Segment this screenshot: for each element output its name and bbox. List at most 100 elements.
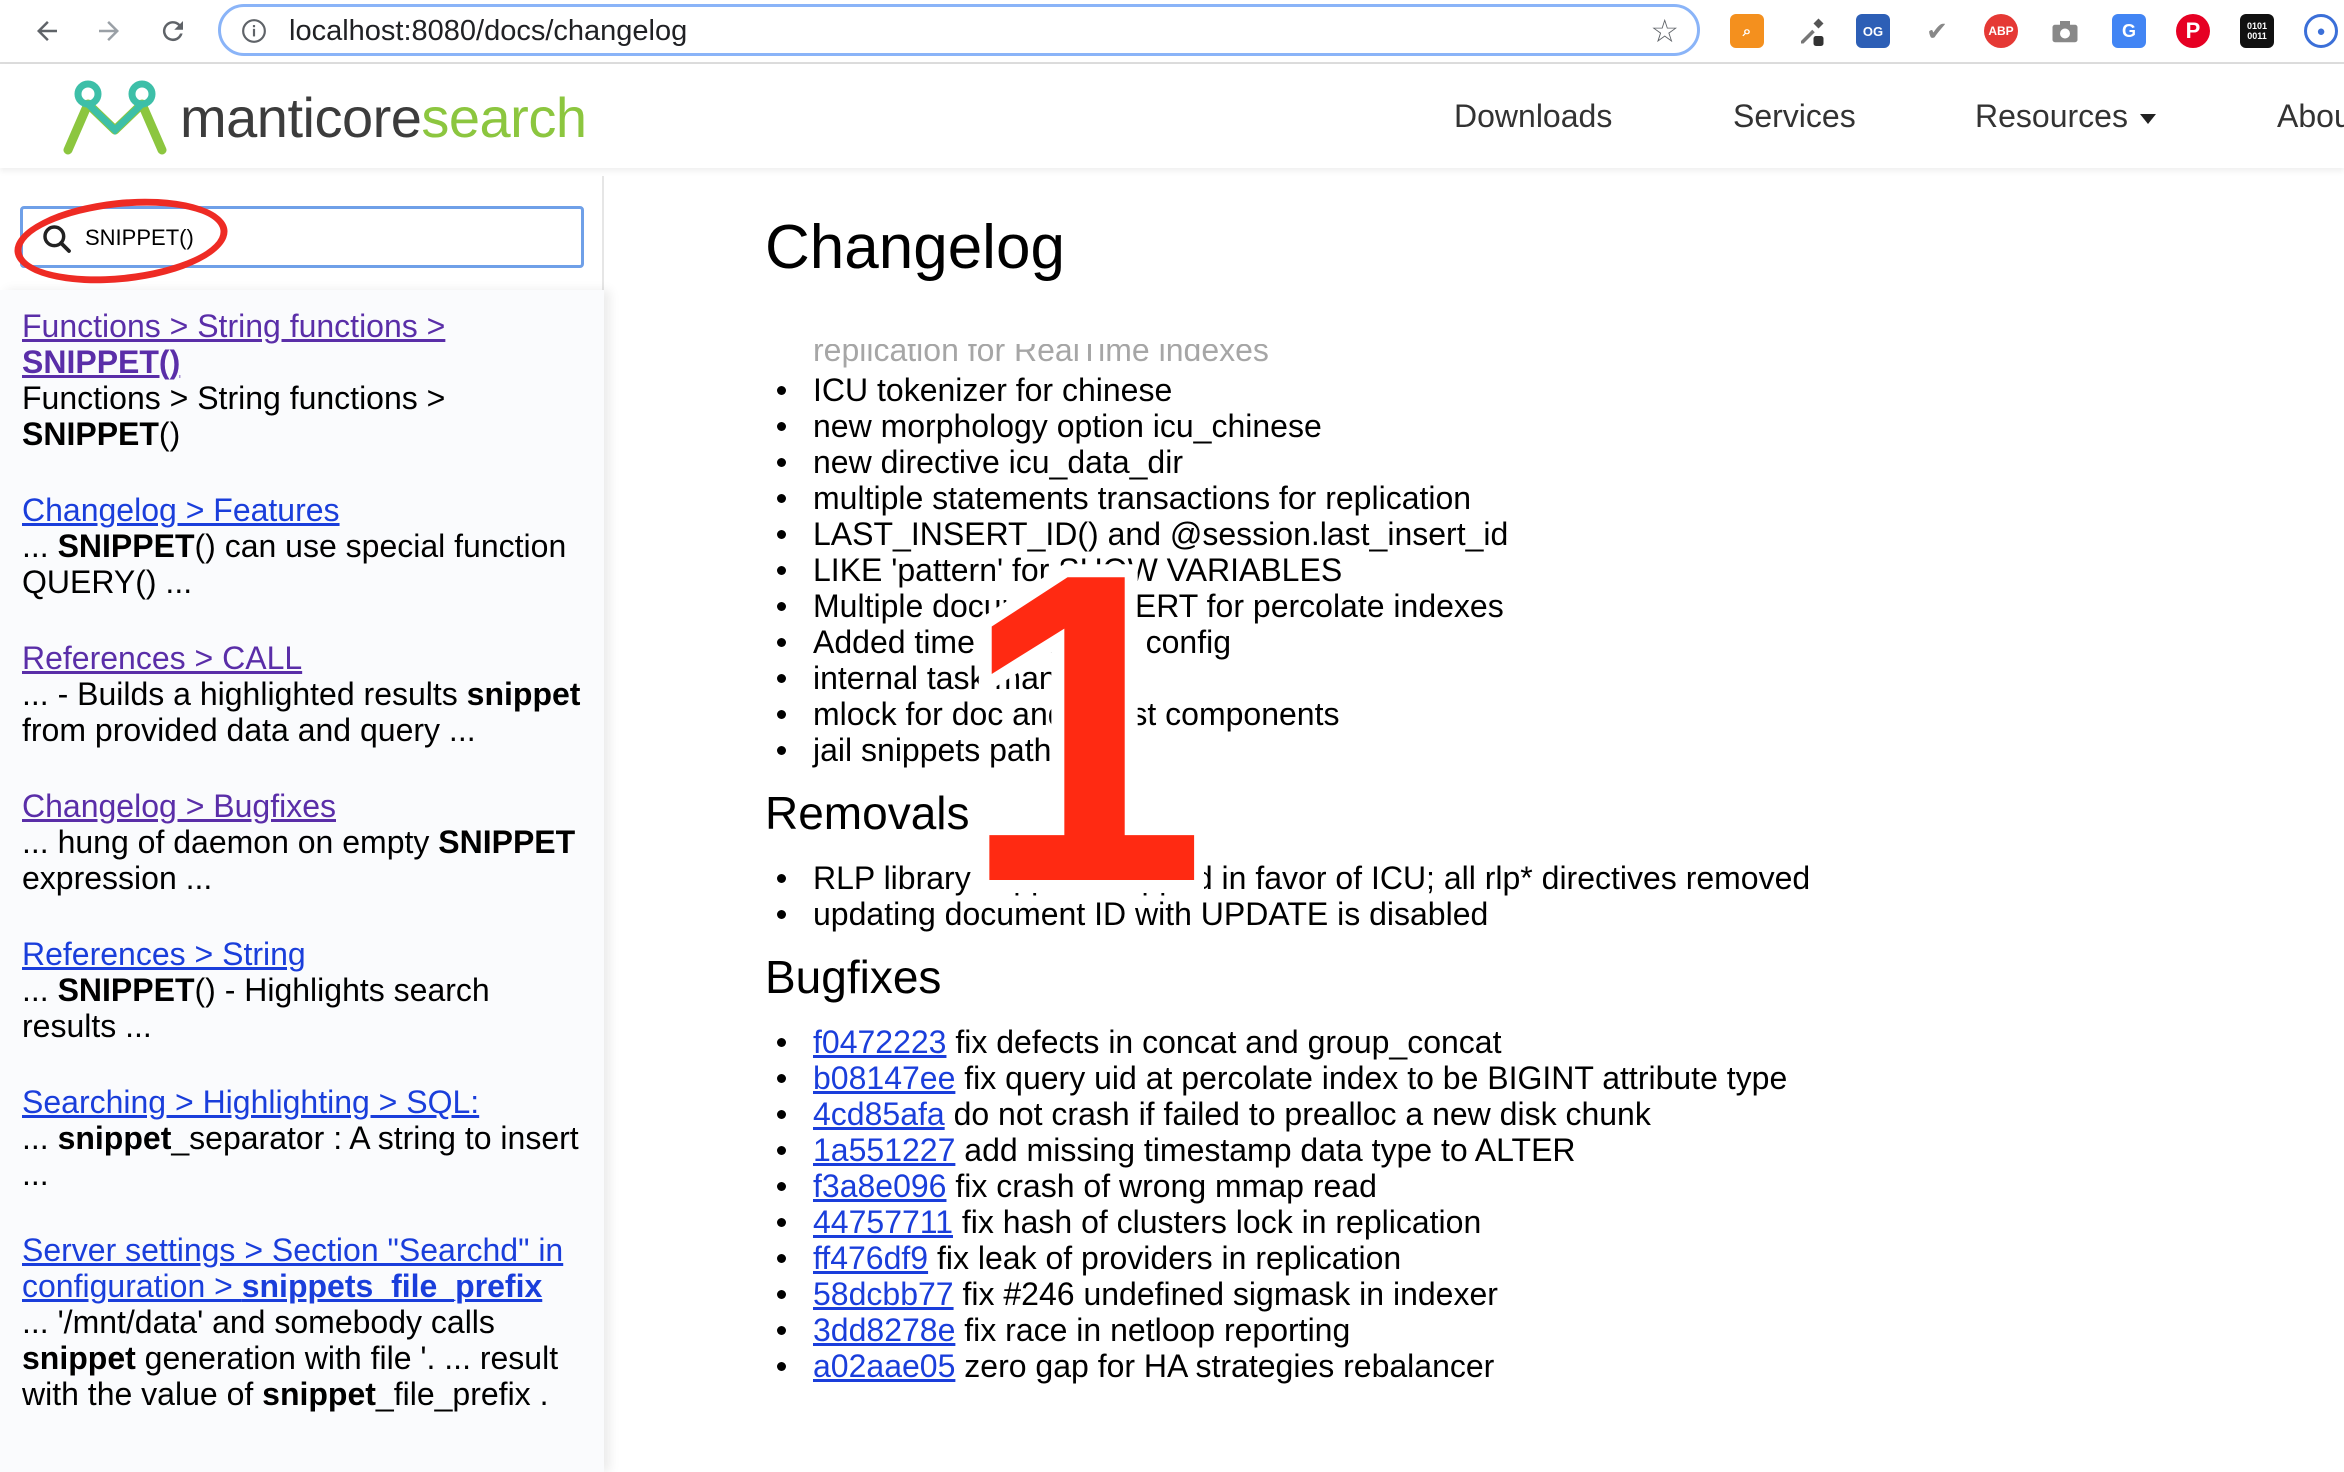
bugfix-item: 58dcbb77 fix #246 undefined sigmask in i… [765, 1276, 2325, 1312]
check-icon[interactable]: ✔ [1920, 14, 1954, 48]
removals-list: RLP library support dropped in favor of … [765, 860, 2325, 932]
result-snippet: ... SNIPPET() - Highlights search result… [22, 972, 490, 1044]
bugfix-item: 4cd85afa do not crash if failed to preal… [765, 1096, 2325, 1132]
reload-icon [162, 21, 183, 42]
reload-button[interactable] [150, 8, 196, 54]
feature-item: multiple statements transactions for rep… [765, 480, 2325, 516]
bookmark-star-icon[interactable]: ☆ [1650, 15, 1679, 47]
site-logo[interactable]: manticoresearch [60, 78, 587, 156]
commit-hash-link[interactable]: b08147ee [813, 1060, 955, 1096]
result-link[interactable]: Changelog > Bugfixes [22, 788, 336, 824]
result-link[interactable]: Server settings > Section "Searchd" in c… [22, 1232, 563, 1304]
search-result[interactable]: Changelog > Features ... SNIPPET() can u… [22, 492, 582, 600]
result-snippet: ... - Builds a highlighted results snipp… [22, 676, 581, 748]
commit-hash-link[interactable]: 1a551227 [813, 1132, 955, 1168]
search-ext-icon[interactable]: ⌕ [1730, 14, 1764, 48]
pinterest-icon[interactable]: P [2176, 14, 2210, 48]
feature-item: mlock for doc and hit list components [765, 696, 2325, 732]
info-icon[interactable] [241, 18, 267, 44]
camera-icon[interactable] [2048, 14, 2082, 48]
docs-search-box[interactable] [20, 206, 584, 268]
forward-button[interactable] [86, 8, 132, 54]
result-link[interactable]: Functions > String functions > SNIPPET() [22, 308, 445, 380]
feature-item: new morphology option icu_chinese [765, 408, 2325, 444]
nav-about[interactable]: Abou [2277, 98, 2344, 135]
result-link[interactable]: References > String [22, 936, 306, 972]
result-snippet: ... snippet_separator : A string to inse… [22, 1120, 579, 1192]
feature-item: LIKE 'pattern' for SHOW VARIABLES [765, 552, 2325, 588]
bugfix-item: f3a8e096 fix crash of wrong mmap read [765, 1168, 2325, 1204]
result-snippet: Functions > String functions > SNIPPET() [22, 380, 446, 452]
bugfix-item: 3dd8278e fix race in netloop reporting [765, 1312, 2325, 1348]
forward-arrow-icon [99, 21, 119, 41]
commit-hash-link[interactable]: f3a8e096 [813, 1168, 946, 1204]
profile-icon[interactable]: ● [2304, 14, 2338, 48]
nav-services[interactable]: Services [1733, 98, 1856, 135]
search-result[interactable]: References > CALL ... - Builds a highlig… [22, 640, 582, 748]
features-list: ICU tokenizer for chinese new morphology … [765, 372, 2325, 768]
commit-hash-link[interactable]: 44757711 [813, 1204, 953, 1240]
eyedropper-icon[interactable] [1794, 14, 1828, 48]
search-result[interactable]: Functions > String functions > SNIPPET()… [22, 308, 582, 452]
site-header: manticoresearch Downloads Services Resou… [0, 64, 2344, 168]
feature-item: Added time parsers for config [765, 624, 2325, 660]
bugfix-text: zero gap for HA strategies rebalancer [955, 1348, 1495, 1384]
binary-icon[interactable]: 0101 0011 [2240, 14, 2274, 48]
feature-item: LAST_INSERT_ID() and @session.last_inser… [765, 516, 2325, 552]
commit-hash-link[interactable]: 3dd8278e [813, 1312, 955, 1348]
search-results-panel[interactable]: Functions > String functions > SNIPPET()… [0, 290, 604, 1472]
commit-hash-link[interactable]: ff476df9 [813, 1240, 928, 1276]
bugfix-item: b08147ee fix query uid at percolate inde… [765, 1060, 2325, 1096]
logo-text: manticoresearch [180, 85, 587, 149]
removals-heading: Removals [765, 787, 970, 839]
bugfix-text: add missing timestamp data type to ALTER [955, 1132, 1576, 1168]
result-link[interactable]: Searching > Highlighting > SQL: [22, 1084, 479, 1120]
abp-icon[interactable]: ABP [1984, 14, 2018, 48]
bugfix-text: do not crash if failed to prealloc a new… [944, 1096, 1651, 1132]
address-bar[interactable]: localhost:8080/docs/changelog ☆ [218, 4, 1700, 56]
bugfix-text: fix #246 undefined sigmask in indexer [953, 1276, 1498, 1312]
url-text[interactable]: localhost:8080/docs/changelog [289, 15, 687, 48]
bugfix-text: fix defects in concat and group_concat [946, 1024, 1502, 1060]
bugfix-text: fix crash of wrong mmap read [946, 1168, 1377, 1204]
search-result[interactable]: Changelog > Bugfixes ... hung of daemon … [22, 788, 582, 896]
removal-item: updating document ID with UPDATE is disa… [765, 896, 2325, 932]
translate-icon[interactable]: G [2112, 14, 2146, 48]
commit-hash-link[interactable]: 58dcbb77 [813, 1276, 954, 1312]
browser-toolbar: localhost:8080/docs/changelog ☆ ⌕ OG ✔ A… [0, 0, 2344, 64]
feature-item: new directive icu_data_dir [765, 444, 2325, 480]
og-icon[interactable]: OG [1856, 14, 1890, 48]
feature-item: Multiple document INSERT for percolate i… [765, 588, 2325, 624]
page-title: Changelog [765, 213, 1065, 282]
nav-resources[interactable]: Resources [1975, 98, 2156, 135]
search-input[interactable] [83, 219, 567, 257]
result-snippet: ... SNIPPET() can use special function Q… [22, 528, 567, 600]
bugfix-item: ff476df9 fix leak of providers in replic… [765, 1240, 2325, 1276]
bugfix-item: 44757711 fix hash of clusters lock in re… [765, 1204, 2325, 1240]
search-result[interactable]: Searching > Highlighting > SQL: ... snip… [22, 1084, 582, 1192]
result-snippet: ... hung of daemon on empty SNIPPET expr… [22, 824, 576, 896]
commit-hash-link[interactable]: 4cd85afa [813, 1096, 945, 1132]
result-link[interactable]: References > CALL [22, 640, 302, 676]
commit-hash-link[interactable]: f0472223 [813, 1024, 946, 1060]
manticore-logo-icon [63, 80, 167, 155]
caret-down-icon [2139, 113, 2156, 124]
removal-item: RLP library support dropped in favor of … [765, 860, 2325, 896]
bugfix-text: fix hash of clusters lock in replication [953, 1204, 1482, 1240]
back-arrow-icon [37, 21, 57, 41]
result-link[interactable]: Changelog > Features [22, 492, 340, 528]
search-result[interactable]: References > String ... SNIPPET() - High… [22, 936, 582, 1044]
nav-downloads[interactable]: Downloads [1454, 98, 1612, 135]
bugfix-item: a02aae05 zero gap for HA strategies reba… [765, 1348, 2325, 1384]
result-snippet: ... '/mnt/data' and somebody calls snipp… [22, 1304, 559, 1412]
bugfixes-heading: Bugfixes [765, 951, 942, 1003]
bugfixes-list: f0472223 fix defects in concat and group… [765, 1024, 2325, 1384]
back-button[interactable] [24, 8, 70, 54]
feature-item: ICU tokenizer for chinese [765, 372, 2325, 408]
bugfix-text: fix query uid at percolate index to be B… [955, 1060, 1788, 1096]
bugfix-text: fix leak of providers in replication [928, 1240, 1402, 1276]
bugfix-item: 1a551227 add missing timestamp data type… [765, 1132, 2325, 1168]
commit-hash-link[interactable]: a02aae05 [813, 1348, 955, 1384]
feature-item: internal task manager [765, 660, 2325, 696]
search-result[interactable]: Server settings > Section "Searchd" in c… [22, 1232, 582, 1412]
